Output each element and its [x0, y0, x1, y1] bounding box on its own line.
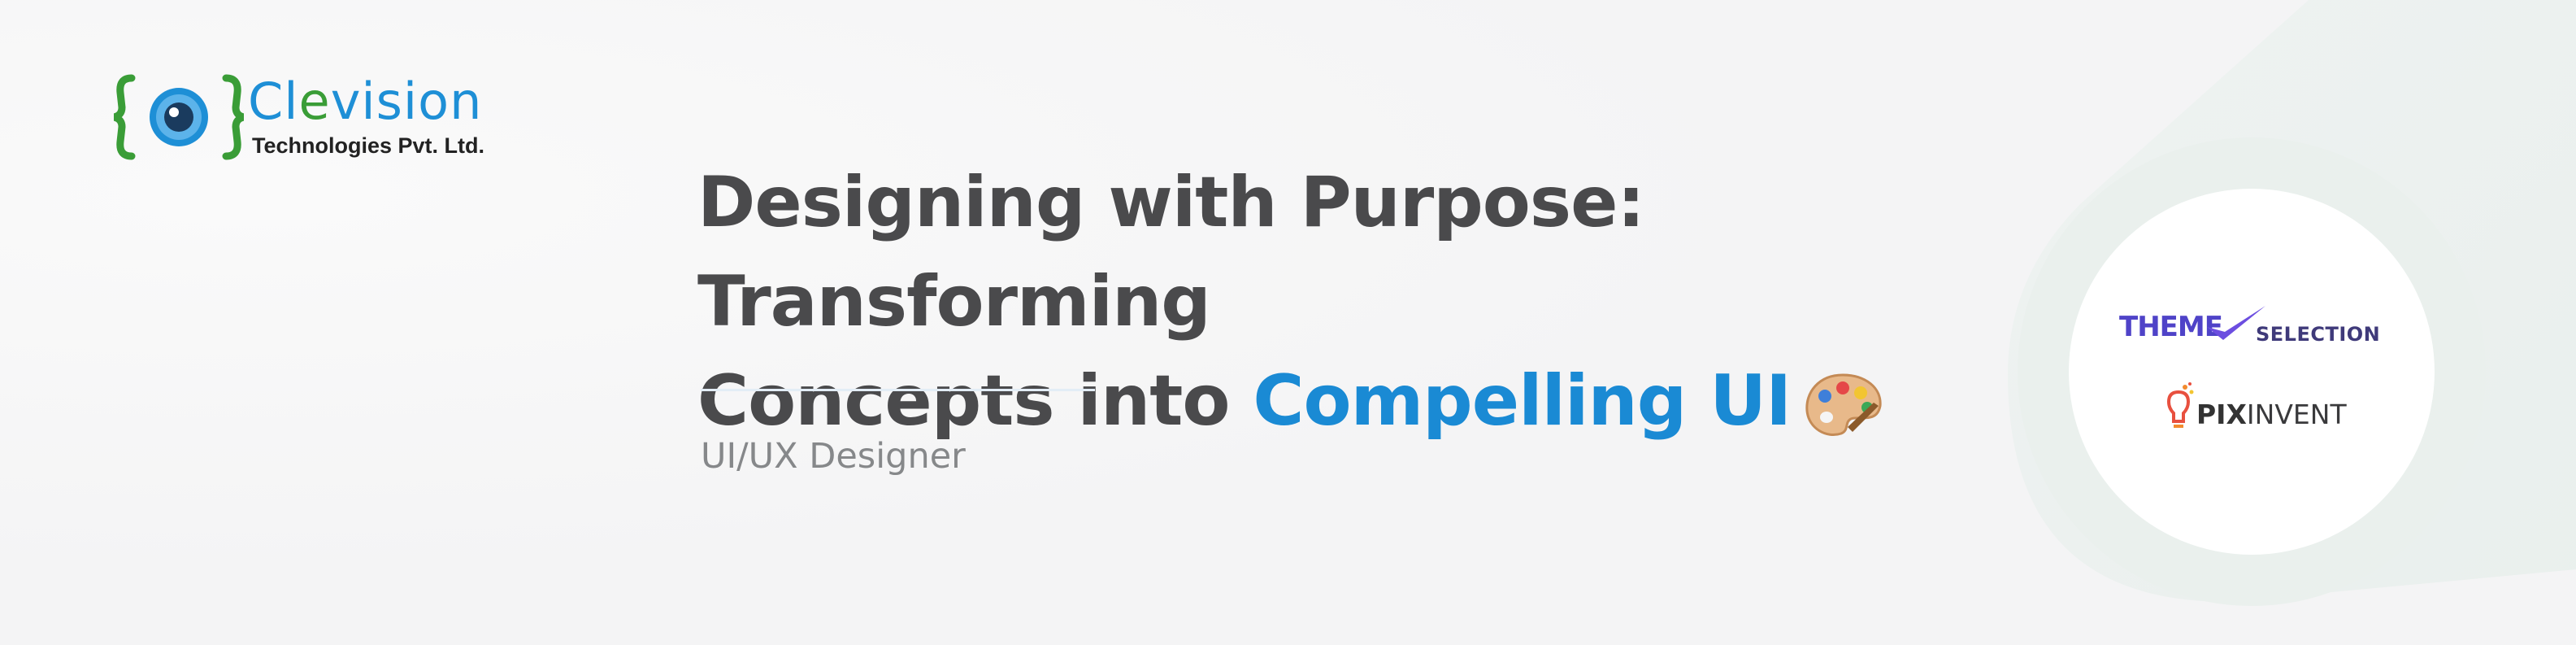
company-logo: Clevision Technologies Pvt. Ltd. — [114, 72, 496, 169]
themeselection-logo: THEME SELECTION — [2119, 306, 2387, 351]
brand-name: Clevision — [248, 72, 483, 131]
page-title: Designing with Purpose: Transforming Con… — [697, 153, 2079, 451]
eye-icon — [114, 74, 244, 160]
title-line-1: Designing with Purpose: Transforming — [697, 162, 1645, 342]
brand-subtitle: Technologies Pvt. Ltd. — [252, 133, 485, 158]
title-accent: Compelling UI — [1253, 360, 1792, 442]
role-label: UI/UX Designer — [701, 436, 966, 477]
divider — [701, 389, 1095, 391]
lightbulb-icon — [2166, 382, 2194, 428]
pixinvent-logo: PIXINVENT — [2161, 382, 2372, 439]
partner-badge — [2069, 189, 2435, 555]
artist-palette-icon — [1805, 373, 1882, 436]
